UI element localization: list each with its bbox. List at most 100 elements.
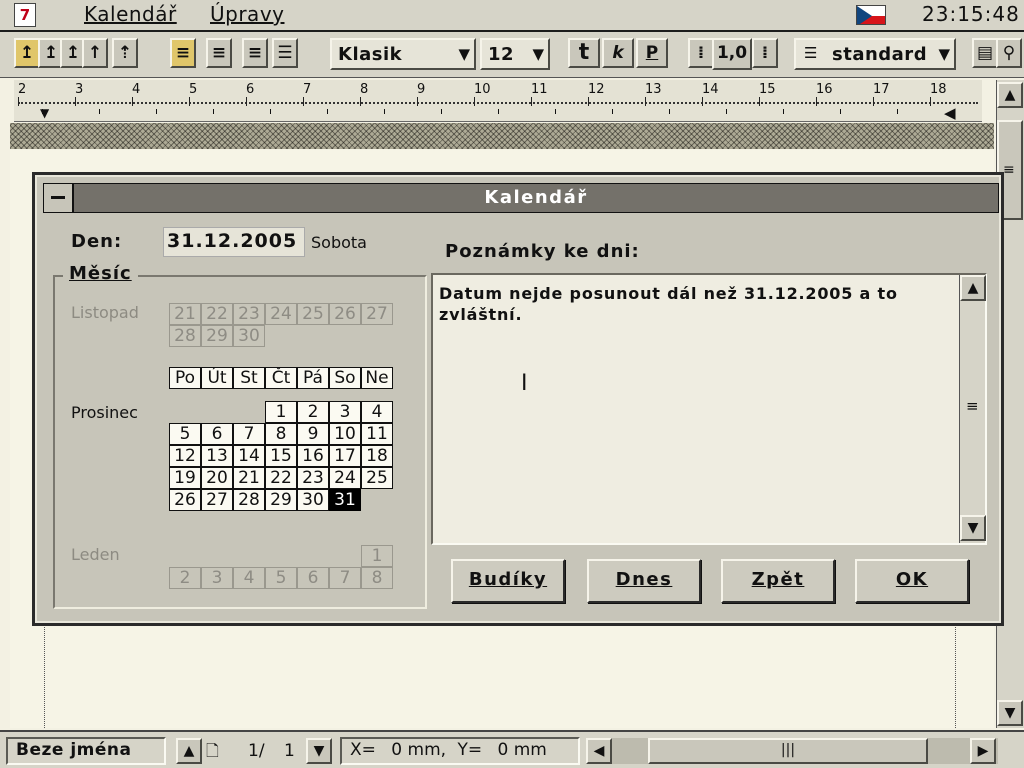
calendar-day[interactable]: 4 <box>361 401 393 423</box>
calendar-day[interactable]: 30 <box>297 489 329 511</box>
italic-button[interactable]: k <box>602 38 634 68</box>
calendar-day[interactable]: 12 <box>169 445 201 467</box>
calendar-day[interactable]: 26 <box>169 489 201 511</box>
ruler-number: 9 <box>417 82 426 97</box>
notes-scrollbar[interactable]: ▲ ≡ ▼ <box>959 275 986 543</box>
menu-kalendar[interactable]: Kalendář <box>84 3 177 25</box>
font-select[interactable]: Klasik ▼ <box>330 38 476 70</box>
prev-month-day[interactable]: 30 <box>233 325 265 347</box>
dialog-titlebar[interactable]: Kalendář <box>43 183 999 213</box>
calendar-day[interactable]: 14 <box>233 445 265 467</box>
prev-month-day[interactable]: 28 <box>169 325 201 347</box>
next-month-day[interactable]: 3 <box>201 567 233 589</box>
calendar-day[interactable]: 25 <box>361 467 393 489</box>
calendar-day[interactable]: 19 <box>169 467 201 489</box>
calendar-day[interactable]: 28 <box>233 489 265 511</box>
scroll-up-button[interactable]: ▲ <box>997 82 1023 108</box>
prev-month-day[interactable]: 24 <box>265 303 297 325</box>
next-month-day[interactable]: 2 <box>169 567 201 589</box>
next-month-day[interactable]: 7 <box>329 567 361 589</box>
prev-month-day[interactable]: 23 <box>233 303 265 325</box>
calendar-day[interactable]: 18 <box>361 445 393 467</box>
calendar-day[interactable]: 29 <box>265 489 297 511</box>
y-value: 0 mm <box>497 740 547 760</box>
alarms-button[interactable]: Budíky <box>451 559 565 603</box>
next-month-day[interactable]: 8 <box>361 567 393 589</box>
calendar-day[interactable]: 2 <box>297 401 329 423</box>
calendar-day[interactable]: 7 <box>233 423 265 445</box>
horizontal-scroll-thumb[interactable]: ||| <box>648 738 928 764</box>
zoom-button[interactable]: ⚲ <box>996 38 1022 68</box>
underline-button[interactable]: P <box>636 38 668 68</box>
calendar-day[interactable]: 1 <box>265 401 297 423</box>
calendar-day[interactable]: 17 <box>329 445 361 467</box>
para-indent-button-5[interactable]: ⇡ <box>112 38 138 68</box>
scroll-right-button[interactable]: ▶ <box>970 738 996 764</box>
align-center-button[interactable]: ≡ <box>206 38 232 68</box>
next-month-day[interactable]: 1 <box>361 545 393 567</box>
para-indent-button-1[interactable]: ↥ <box>14 38 40 68</box>
page-next-button[interactable]: ▼ <box>306 738 332 764</box>
today-button[interactable]: Dnes <box>587 559 701 603</box>
calendar-day[interactable]: 9 <box>297 423 329 445</box>
notes-scroll-up-button[interactable]: ▲ <box>960 275 986 301</box>
menu-bar: 7 Kalendář Úpravy 23:15:48 <box>0 0 1024 32</box>
next-month-grid: 1 2345678 <box>169 545 393 589</box>
back-button[interactable]: Zpět <box>721 559 835 603</box>
align-left-button[interactable]: ≡ <box>170 38 196 68</box>
calendar-day[interactable]: 15 <box>265 445 297 467</box>
calendar-day[interactable]: 8 <box>265 423 297 445</box>
line-spacing-up-button[interactable]: ⁞ <box>752 38 778 68</box>
calendar-day[interactable]: 21 <box>233 467 265 489</box>
next-month-day[interactable]: 6 <box>297 567 329 589</box>
document-view-button[interactable]: ▤ <box>972 38 998 68</box>
next-month-day[interactable]: 4 <box>233 567 265 589</box>
font-size-select[interactable]: 12 ▼ <box>480 38 550 70</box>
italic-label: k <box>612 43 624 63</box>
calendar-app-icon[interactable]: 7 <box>14 3 36 27</box>
bold-button[interactable]: t <box>568 38 600 68</box>
para-indent-button-4[interactable]: ↑ <box>82 38 108 68</box>
notes-text[interactable]: Datum nejde posunout dál než 31.12.2005 … <box>439 283 959 325</box>
style-select[interactable]: standard ☰ ▼ <box>794 38 956 70</box>
system-menu-button[interactable] <box>44 184 74 212</box>
justify-button[interactable]: ☰ <box>272 38 298 68</box>
next-month-day[interactable]: 5 <box>265 567 297 589</box>
ruler[interactable]: 2 3 4 5 6 7 8 9 10 11 12 13 14 15 16 17 18 ▼ ◀ <box>14 80 982 122</box>
calendar-day[interactable]: 3 <box>329 401 361 423</box>
prev-month-day[interactable]: 22 <box>201 303 233 325</box>
scroll-down-button[interactable]: ▼ <box>997 700 1023 726</box>
calendar-day[interactable]: 24 <box>329 467 361 489</box>
prev-month-day[interactable]: 29 <box>201 325 233 347</box>
ok-button[interactable]: OK <box>855 559 969 603</box>
prev-month-day[interactable]: 21 <box>169 303 201 325</box>
calendar-day[interactable]: 27 <box>201 489 233 511</box>
calendar-day[interactable]: 11 <box>361 423 393 445</box>
czech-flag-icon[interactable] <box>856 5 886 25</box>
calendar-day[interactable]: 16 <box>297 445 329 467</box>
date-input[interactable]: 31.12.2005 <box>163 227 305 257</box>
menu-upravy[interactable]: Úpravy <box>210 3 284 25</box>
calendar-day[interactable]: 22 <box>265 467 297 489</box>
prev-month-day[interactable]: 27 <box>361 303 393 325</box>
ruler-tick <box>303 97 304 106</box>
calendar-day[interactable]: 5 <box>169 423 201 445</box>
align-right-button[interactable]: ≡ <box>242 38 268 68</box>
calendar-day[interactable]: 20 <box>201 467 233 489</box>
calendar-day[interactable]: 6 <box>201 423 233 445</box>
calendar-day[interactable]: 13 <box>201 445 233 467</box>
scroll-left-button[interactable]: ◀ <box>586 738 612 764</box>
arrow-up-icon: ↥ <box>43 43 59 63</box>
notes-textarea[interactable]: Datum nejde posunout dál než 31.12.2005 … <box>431 273 987 545</box>
notes-scroll-down-button[interactable]: ▼ <box>960 515 986 541</box>
line-spacing-value[interactable]: 1,0 <box>712 38 752 70</box>
calendar-day[interactable]: 10 <box>329 423 361 445</box>
calendar-day[interactable]: 23 <box>297 467 329 489</box>
line-spacing-down-button[interactable]: ⁞ <box>688 38 714 68</box>
status-bar: Beze jména ▲ 🗋 1/ 1 ▼ X= 0 mm, Y= 0 mm ◀… <box>0 730 1024 768</box>
page-prev-button[interactable]: ▲ <box>176 738 202 764</box>
horizontal-scrollbar[interactable]: ◀ ||| ▶ <box>586 738 998 764</box>
selected-day[interactable]: 31 <box>329 489 361 511</box>
prev-month-day[interactable]: 26 <box>329 303 361 325</box>
prev-month-day[interactable]: 25 <box>297 303 329 325</box>
